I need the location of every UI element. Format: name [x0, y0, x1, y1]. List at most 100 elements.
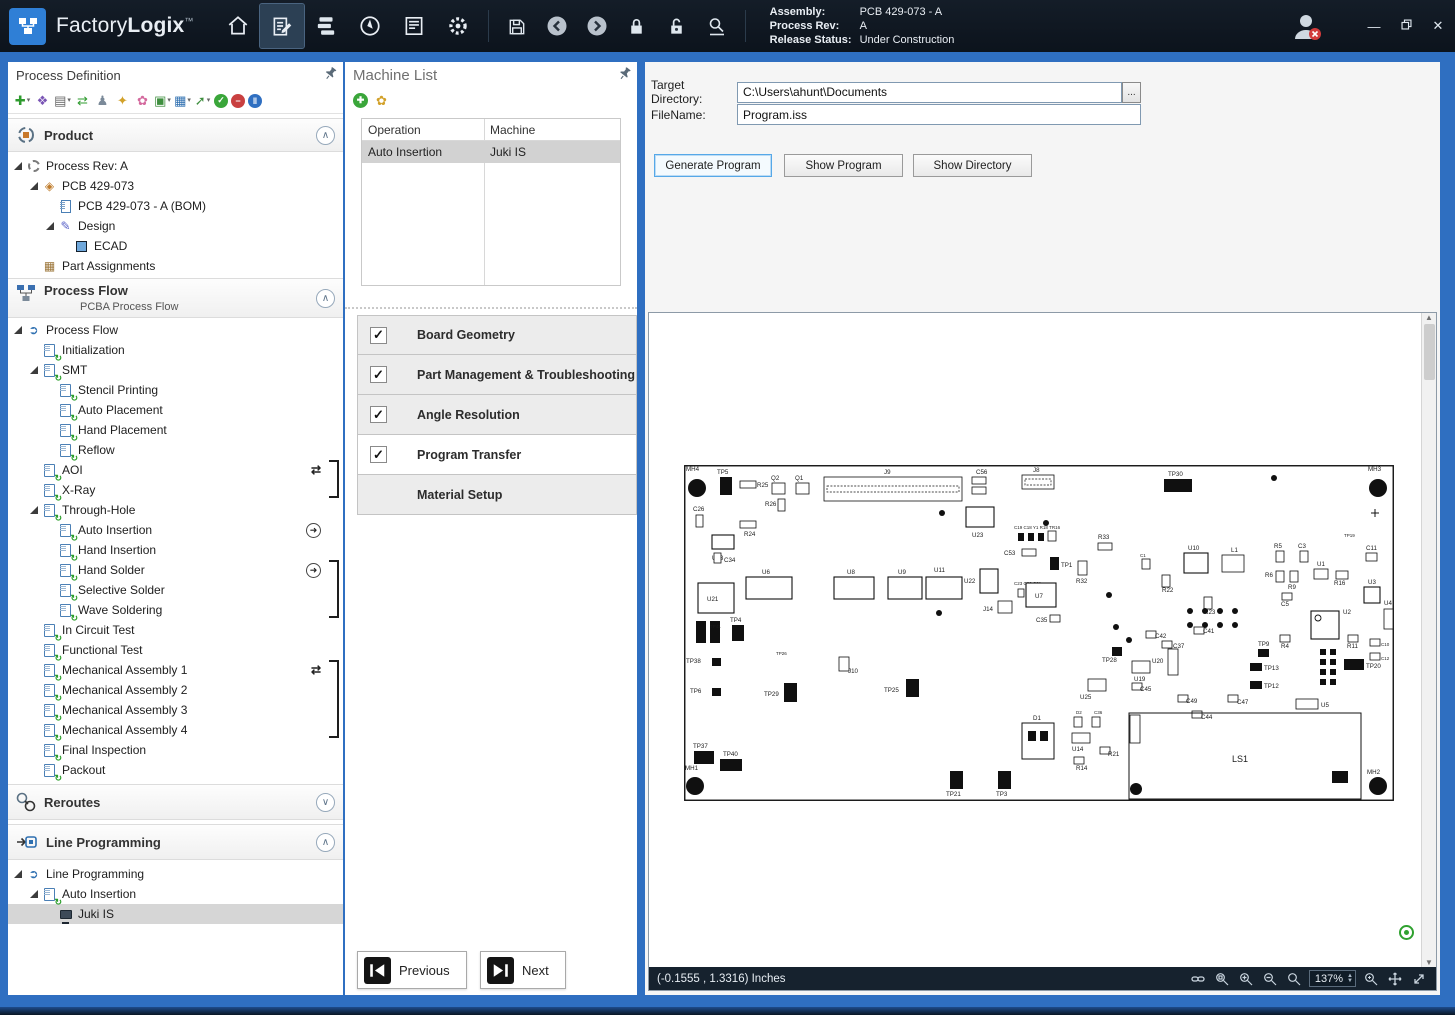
reroutes-expand-button[interactable]: ∨	[316, 792, 335, 812]
navigation-button[interactable]	[348, 4, 392, 48]
pan-icon[interactable]	[1386, 970, 1404, 988]
tree-item-hand-insertion[interactable]: Hand Insertion	[8, 540, 343, 560]
tree-item-through-hole[interactable]: Through-Hole	[8, 500, 343, 520]
browse-button[interactable]: ...	[1122, 81, 1141, 103]
tree-item-hand-placement[interactable]: Hand Placement	[8, 420, 343, 440]
add-icon[interactable]: ✚ ▾	[14, 92, 31, 109]
step-item-part-management-troubleshooting[interactable]: ✓ Part Management & Troubleshooting	[357, 355, 637, 395]
line-programming-collapse-button[interactable]: ∧	[316, 832, 335, 852]
expander-icon[interactable]	[46, 221, 55, 231]
tree-item-in-circuit-test[interactable]: In Circuit Test	[8, 620, 343, 640]
machine-wizard-icon[interactable]: ✿	[373, 92, 390, 109]
machine-table-row[interactable]: Auto Insertion Juki IS	[362, 141, 620, 163]
expander-icon[interactable]	[30, 365, 39, 375]
target-directory-input[interactable]	[737, 81, 1122, 103]
minimize-button[interactable]: —	[1365, 19, 1383, 34]
tree-item-aoi[interactable]: AOI ⇄	[8, 460, 343, 480]
tree-item-mechanical-assembly-3[interactable]: Mechanical Assembly 3	[8, 700, 343, 720]
scroll-up-arrow[interactable]: ▲	[1425, 313, 1433, 322]
redo-button[interactable]	[577, 6, 617, 46]
tree-item-mechanical-assembly-1[interactable]: Mechanical Assembly 1 ⇄	[8, 660, 343, 680]
tree-item-mechanical-assembly-4[interactable]: Mechanical Assembly 4	[8, 720, 343, 740]
tree-item-part-assignments[interactable]: ▦ Part Assignments	[8, 256, 343, 276]
viewer-scrollbar[interactable]: ▲ ▼	[1421, 313, 1436, 967]
expander-icon[interactable]	[30, 505, 39, 515]
key-icon[interactable]: ✦	[114, 92, 131, 109]
process-definition-button[interactable]	[258, 3, 305, 49]
zoom-in-icon[interactable]	[1237, 970, 1255, 988]
step-checkbox[interactable]: ✓	[370, 446, 387, 463]
product-collapse-button[interactable]: ∧	[316, 125, 335, 145]
filename-input[interactable]	[737, 104, 1141, 125]
zoom-selection-icon[interactable]	[1362, 970, 1380, 988]
tree-item-auto-insertion[interactable]: Auto Insertion	[8, 884, 343, 904]
step-checkbox[interactable]: ✓	[370, 326, 387, 344]
tree-item-juki-is[interactable]: Juki IS	[8, 904, 343, 924]
save-button[interactable]	[497, 6, 537, 46]
tree-item-wave-soldering[interactable]: Wave Soldering	[8, 600, 343, 620]
generate-program-button[interactable]: Generate Program	[654, 154, 772, 177]
home-button[interactable]	[216, 4, 260, 48]
tree-item-pcb-429-073-a-bom[interactable]: PCB 429-073 - A (BOM)	[8, 196, 343, 216]
tree-item-final-inspection[interactable]: Final Inspection	[8, 740, 343, 760]
lock-button[interactable]	[617, 6, 657, 46]
step-item-board-geometry[interactable]: ✓ Board Geometry	[357, 315, 637, 355]
tree-item-smt[interactable]: SMT	[8, 360, 343, 380]
expander-icon[interactable]	[14, 869, 23, 879]
scrollbar-thumb[interactable]	[1423, 324, 1435, 380]
tree-item-pcb-429-073[interactable]: ◈ PCB 429-073	[8, 176, 343, 196]
machine-list-pin-icon[interactable]	[614, 65, 633, 85]
tree-item-x-ray[interactable]: X-Ray	[8, 480, 343, 500]
previous-button[interactable]: Previous	[357, 951, 467, 989]
tree-item-auto-insertion[interactable]: Auto Insertion ➜	[8, 520, 343, 540]
next-button[interactable]: Next	[480, 951, 566, 989]
pcb-viewer[interactable]: MH4 MH3 MH1 MH2 TP5 R25 Q2 Q1 J9 C56 J8 TP30 C26 R26 R…	[648, 312, 1437, 991]
tree-item-process-rev-a[interactable]: Process Rev: A	[8, 156, 343, 176]
process-flow-section-header[interactable]: Process Flow PCBA Process Flow ∧	[8, 278, 343, 318]
flower-icon[interactable]: ✿	[134, 92, 151, 109]
show-directory-button[interactable]: Show Directory	[913, 154, 1032, 177]
export-icon[interactable]: ➚ ▾	[194, 92, 211, 109]
user-session-icon[interactable]	[1289, 9, 1323, 43]
materials-button[interactable]	[304, 4, 348, 48]
tree-item-functional-test[interactable]: Functional Test	[8, 640, 343, 660]
zoom-out-icon[interactable]	[1261, 970, 1279, 988]
tree-item-initialization[interactable]: Initialization	[8, 340, 343, 360]
tree-item-stencil-printing[interactable]: Stencil Printing	[8, 380, 343, 400]
pcb-canvas[interactable]: MH4 MH3 MH1 MH2 TP5 R25Q2 Q1 J9 C56 J8 TP30 C26 R26 R…	[684, 465, 1394, 801]
machine-steps-splitter[interactable]	[345, 307, 637, 309]
expander-icon[interactable]	[14, 325, 23, 335]
refresh-icon[interactable]: ⇄	[74, 92, 91, 109]
undo-button[interactable]	[537, 6, 577, 46]
expander-icon[interactable]	[30, 889, 39, 899]
maximize-button[interactable]	[1397, 18, 1415, 34]
expander-icon[interactable]	[30, 181, 39, 191]
print-icon[interactable]: ▤ ▾	[54, 92, 71, 109]
step-checkbox[interactable]: ✓	[370, 366, 387, 383]
step-item-material-setup[interactable]: Material Setup	[357, 475, 637, 515]
scroll-down-arrow[interactable]: ▼	[1425, 958, 1433, 967]
add-machine-icon[interactable]: ✚	[353, 92, 368, 108]
reroutes-section-header[interactable]: Reroutes ∨	[8, 784, 343, 820]
resize-grip-icon[interactable]	[1410, 970, 1428, 988]
step-item-angle-resolution[interactable]: ✓ Angle Resolution	[357, 395, 637, 435]
expander-icon[interactable]	[14, 161, 23, 171]
viewer-status-icon[interactable]	[1399, 925, 1414, 940]
user-icon[interactable]: ♟	[94, 92, 111, 109]
tree-item-ecad[interactable]: ECAD	[8, 236, 343, 256]
settings-gear-button[interactable]	[436, 4, 480, 48]
remove-circle-icon[interactable]: −	[231, 93, 245, 108]
tree-item-selective-solder[interactable]: Selective Solder	[8, 580, 343, 600]
product-section-header[interactable]: Product ∧	[8, 118, 343, 152]
module-icon[interactable]: ▦ ▾	[174, 92, 191, 109]
zoom-extents-icon[interactable]	[1285, 970, 1303, 988]
share-icon[interactable]: ❖	[34, 92, 51, 109]
zoom-window-icon[interactable]	[1213, 970, 1231, 988]
step-checkbox[interactable]: ✓	[370, 406, 387, 423]
unlock-button[interactable]	[657, 6, 697, 46]
package-icon[interactable]: ▣ ▾	[154, 92, 171, 109]
show-program-button[interactable]: Show Program	[784, 154, 903, 177]
link-icon[interactable]	[1189, 970, 1207, 988]
zoom-spinner[interactable]: ▲ ▼	[1347, 973, 1353, 984]
hold-circle-icon[interactable]: ‖	[248, 93, 262, 108]
